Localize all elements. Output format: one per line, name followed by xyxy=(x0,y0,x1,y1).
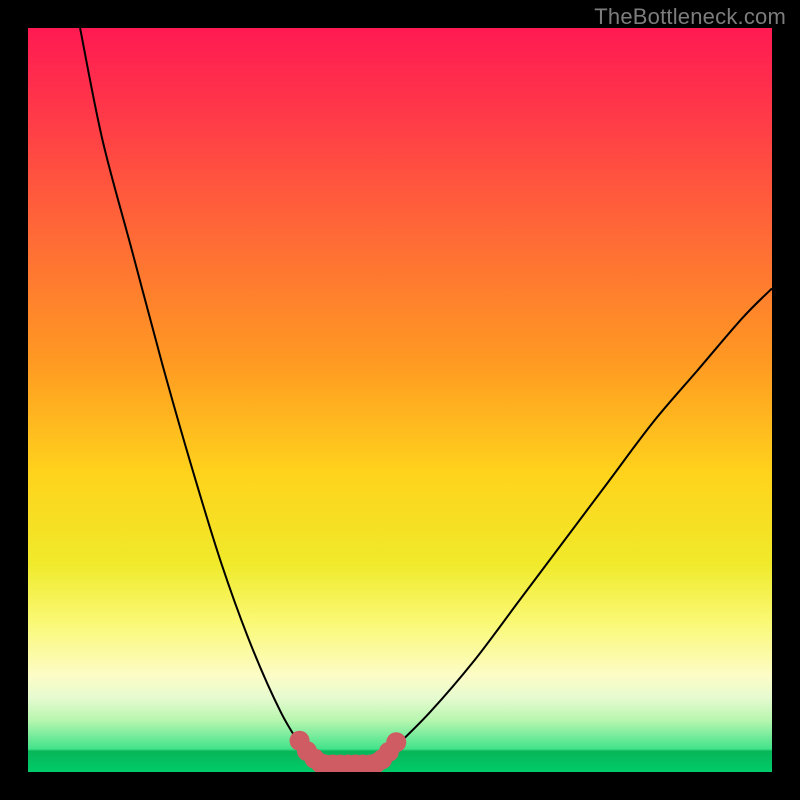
watermark-text: TheBottleneck.com xyxy=(594,4,786,30)
valley-marker-dot xyxy=(386,732,406,752)
right-curve-path xyxy=(393,288,772,749)
chart-frame: TheBottleneck.com xyxy=(0,0,800,800)
marker-layer xyxy=(290,731,407,772)
left-curve-path xyxy=(80,28,303,750)
curve-layer xyxy=(80,28,772,765)
chart-svg xyxy=(28,28,772,772)
